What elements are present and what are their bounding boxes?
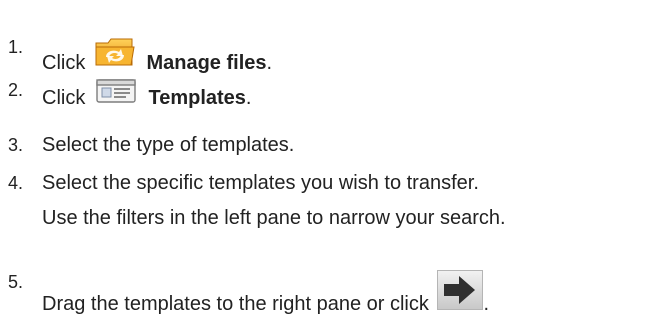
step-body: Click Templates. (42, 78, 251, 110)
step-body: Drag the templates to the right pane or … (42, 270, 489, 316)
right-arrow-icon (437, 270, 484, 310)
step-punctuation: . (266, 52, 273, 74)
manage-files-label: Manage files (146, 52, 267, 74)
step-text: Drag the templates to the right pane or … (42, 293, 429, 315)
step-punctuation: . (245, 87, 252, 109)
step-text: Select the specific templates you wish t… (42, 172, 479, 194)
step-number: 3. (8, 135, 24, 155)
step-number: 2. (8, 80, 24, 100)
step-punctuation: . (483, 293, 489, 315)
step-body: Click Manage files. (42, 35, 272, 75)
step-text: Click (42, 52, 86, 74)
step-number: 1. (8, 37, 24, 57)
step-number: 4. (8, 173, 24, 193)
step-number: 5. (8, 272, 24, 292)
step-4-continuation: Use the filters in the left pane to narr… (42, 207, 506, 229)
manage-files-folder-icon (94, 35, 136, 69)
templates-icon (94, 78, 138, 104)
step-text: Click (42, 87, 86, 109)
instruction-steps: 1. Click Manage files. 2. Click Template… (0, 0, 645, 316)
step-text: Select the type of templates. (42, 134, 295, 156)
templates-label: Templates (148, 87, 246, 109)
